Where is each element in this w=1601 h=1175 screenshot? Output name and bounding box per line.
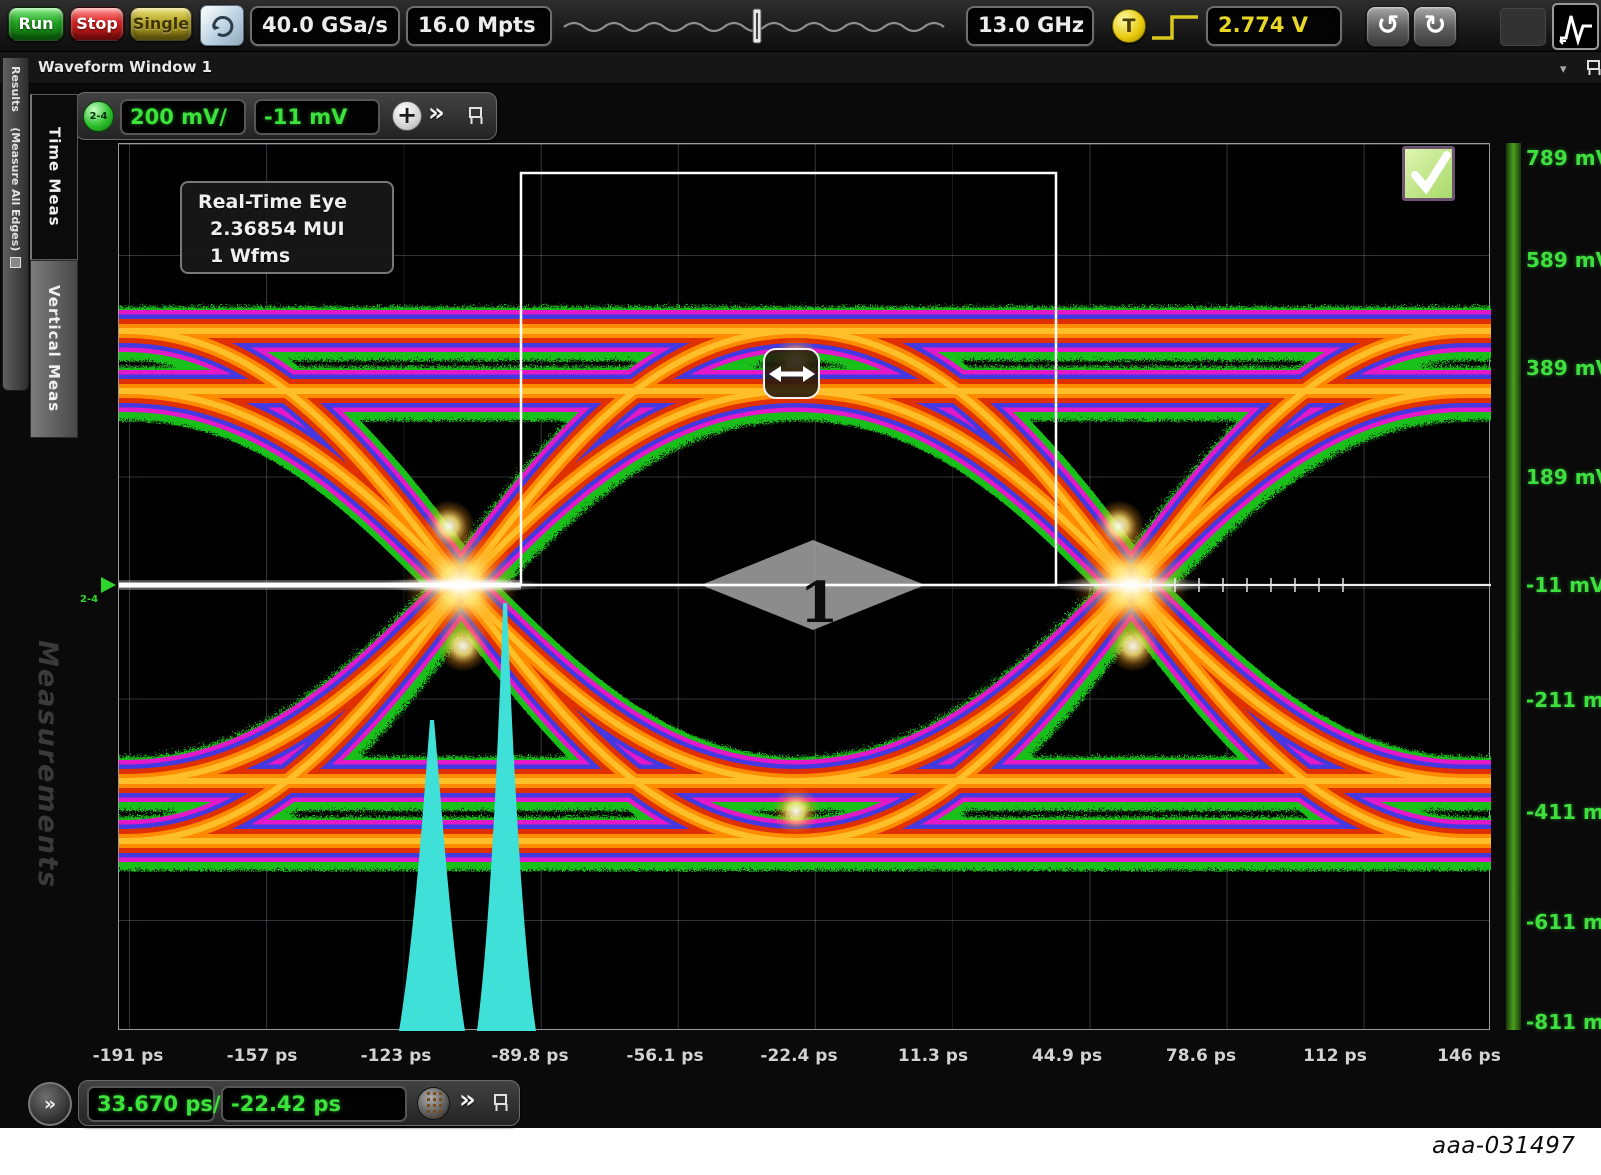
y-axis-label: 189 mV <box>1526 465 1601 489</box>
measurements-watermark: Measurements <box>32 640 63 970</box>
run-button[interactable]: Run <box>8 7 64 41</box>
main-toolbar: Run Stop Single 40.0 GSa/s 16.0 Mpts 13.… <box>0 0 1601 52</box>
x-axis-label: -22.4 ps <box>760 1046 837 1066</box>
inactive-display-button[interactable] <box>1500 8 1546 46</box>
bandwidth-field[interactable]: 13.0 GHz <box>966 6 1094 46</box>
horizontal-arrows-icon <box>769 362 815 386</box>
vertical-scale-field[interactable]: 200 mV/ <box>120 99 246 135</box>
redo-button[interactable]: ↻ <box>1413 6 1457 47</box>
pin-icon[interactable] <box>468 106 483 126</box>
realtime-eye-annotation: Real-Time Eye 2.36854 MUI 1 Wfms <box>180 181 394 274</box>
y-axis-label: -811 mV <box>1526 1010 1601 1034</box>
crossing-flare <box>379 576 543 594</box>
add-channel-button[interactable]: + <box>392 101 422 131</box>
channel-control-panel: 2-4 200 mV/ -11 mV + » <box>75 92 497 140</box>
eye-diagram-canvas: 1 <box>119 144 1491 1031</box>
tab-vertical-meas[interactable]: Vertical Meas <box>30 260 78 438</box>
window-dropdown-icon[interactable]: ▾ <box>1560 62 1567 77</box>
x-axis-label: -123 ps <box>361 1046 432 1066</box>
eye-enabled-checkbox[interactable] <box>1402 146 1455 201</box>
memory-depth-field[interactable]: 16.0 Mpts <box>406 6 552 46</box>
waveform-mode-button[interactable] <box>1552 3 1599 50</box>
x-axis-label: -191 ps <box>93 1046 164 1066</box>
waveform-icon <box>1557 8 1595 46</box>
touch-refresh-icon <box>207 11 237 41</box>
channel-ground-marker-label: 2-4 <box>80 594 98 605</box>
horizontal-control-panel: 33.670 ps/ -22.42 ps » <box>78 1080 520 1126</box>
x-axis-label: 44.9 ps <box>1032 1046 1102 1066</box>
horizontal-knob-icon[interactable] <box>417 1087 450 1120</box>
single-button[interactable]: Single <box>130 7 192 41</box>
checkmark-icon <box>1407 151 1451 197</box>
x-axis-label: -56.1 ps <box>626 1046 703 1066</box>
window-pin-icon[interactable] <box>1586 59 1601 77</box>
expand-chevrons-icon[interactable]: » <box>428 98 445 128</box>
tab-time-meas[interactable]: Time Meas <box>30 94 78 260</box>
channel-badge[interactable]: 2-4 <box>83 101 114 132</box>
vertical-offset-field[interactable]: -11 mV <box>254 99 380 135</box>
eye-diagram-plot[interactable]: 1 <box>118 143 1490 1030</box>
undo-button[interactable]: ↺ <box>1366 6 1410 47</box>
stop-button[interactable]: Stop <box>70 7 124 41</box>
y-axis-label: 789 mV <box>1526 146 1601 170</box>
x-axis-label: -89.8 ps <box>491 1046 568 1066</box>
trigger-edge-icon <box>1150 10 1204 44</box>
tab-vertical-meas-label: Vertical Meas <box>45 285 63 412</box>
annotation-mui: 2.36854 MUI <box>198 216 392 243</box>
horizontal-drag-handle[interactable] <box>763 348 820 399</box>
trigger-badge[interactable]: T <box>1112 9 1146 43</box>
pin-icon[interactable] <box>493 1093 508 1113</box>
x-axis-label: -157 ps <box>227 1046 298 1066</box>
annotation-title: Real-Time Eye <box>198 189 392 216</box>
figure-id-label: aaa-031497 <box>1432 1133 1575 1159</box>
y-axis-label: -611 mV <box>1526 910 1601 934</box>
annotation-wfms: 1 Wfms <box>198 243 392 270</box>
x-axis-label: 146 ps <box>1437 1046 1501 1066</box>
waveform-window-titlebar <box>0 52 1601 84</box>
y-axis-label: 589 mV <box>1526 248 1601 272</box>
window-title: Waveform Window 1 <box>38 58 212 76</box>
tab-time-meas-label: Time Meas <box>46 127 64 227</box>
y-axis-label: -411 mV <box>1526 800 1601 824</box>
horizontal-scale-field[interactable]: 33.670 ps/ <box>87 1086 215 1122</box>
x-axis-label: 78.6 ps <box>1166 1046 1236 1066</box>
expand-panel-button[interactable]: » <box>28 1082 72 1126</box>
x-axis-label: 112 ps <box>1303 1046 1367 1066</box>
crossing-flare <box>1049 576 1213 594</box>
x-axis-label: 11.3 ps <box>898 1046 968 1066</box>
touch-screen-button[interactable] <box>200 5 244 46</box>
handle-slot <box>756 13 758 39</box>
sample-rate-field[interactable]: 40.0 GSa/s <box>250 6 400 46</box>
horizontal-position-slider[interactable] <box>560 7 960 45</box>
results-tab[interactable]: Results (Measure All Edges) <box>2 57 29 391</box>
voltage-axis-bar <box>1506 143 1521 1030</box>
channel-ground-marker-icon[interactable] <box>101 577 116 593</box>
trigger-level-field[interactable]: 2.774 V <box>1206 6 1342 46</box>
expand-chevrons-icon[interactable]: » <box>459 1085 476 1115</box>
results-tab-label: Results (Measure All Edges) <box>9 66 22 251</box>
y-axis-label: 389 mV <box>1526 356 1601 380</box>
y-axis-label: -11 mV <box>1526 573 1601 597</box>
results-checkbox-icon[interactable] <box>10 257 21 268</box>
diamond-marker-label: 1 <box>800 570 839 636</box>
horizontal-position-field[interactable]: -22.42 ps <box>221 1086 407 1122</box>
y-axis-label: -211 mV <box>1526 688 1601 712</box>
